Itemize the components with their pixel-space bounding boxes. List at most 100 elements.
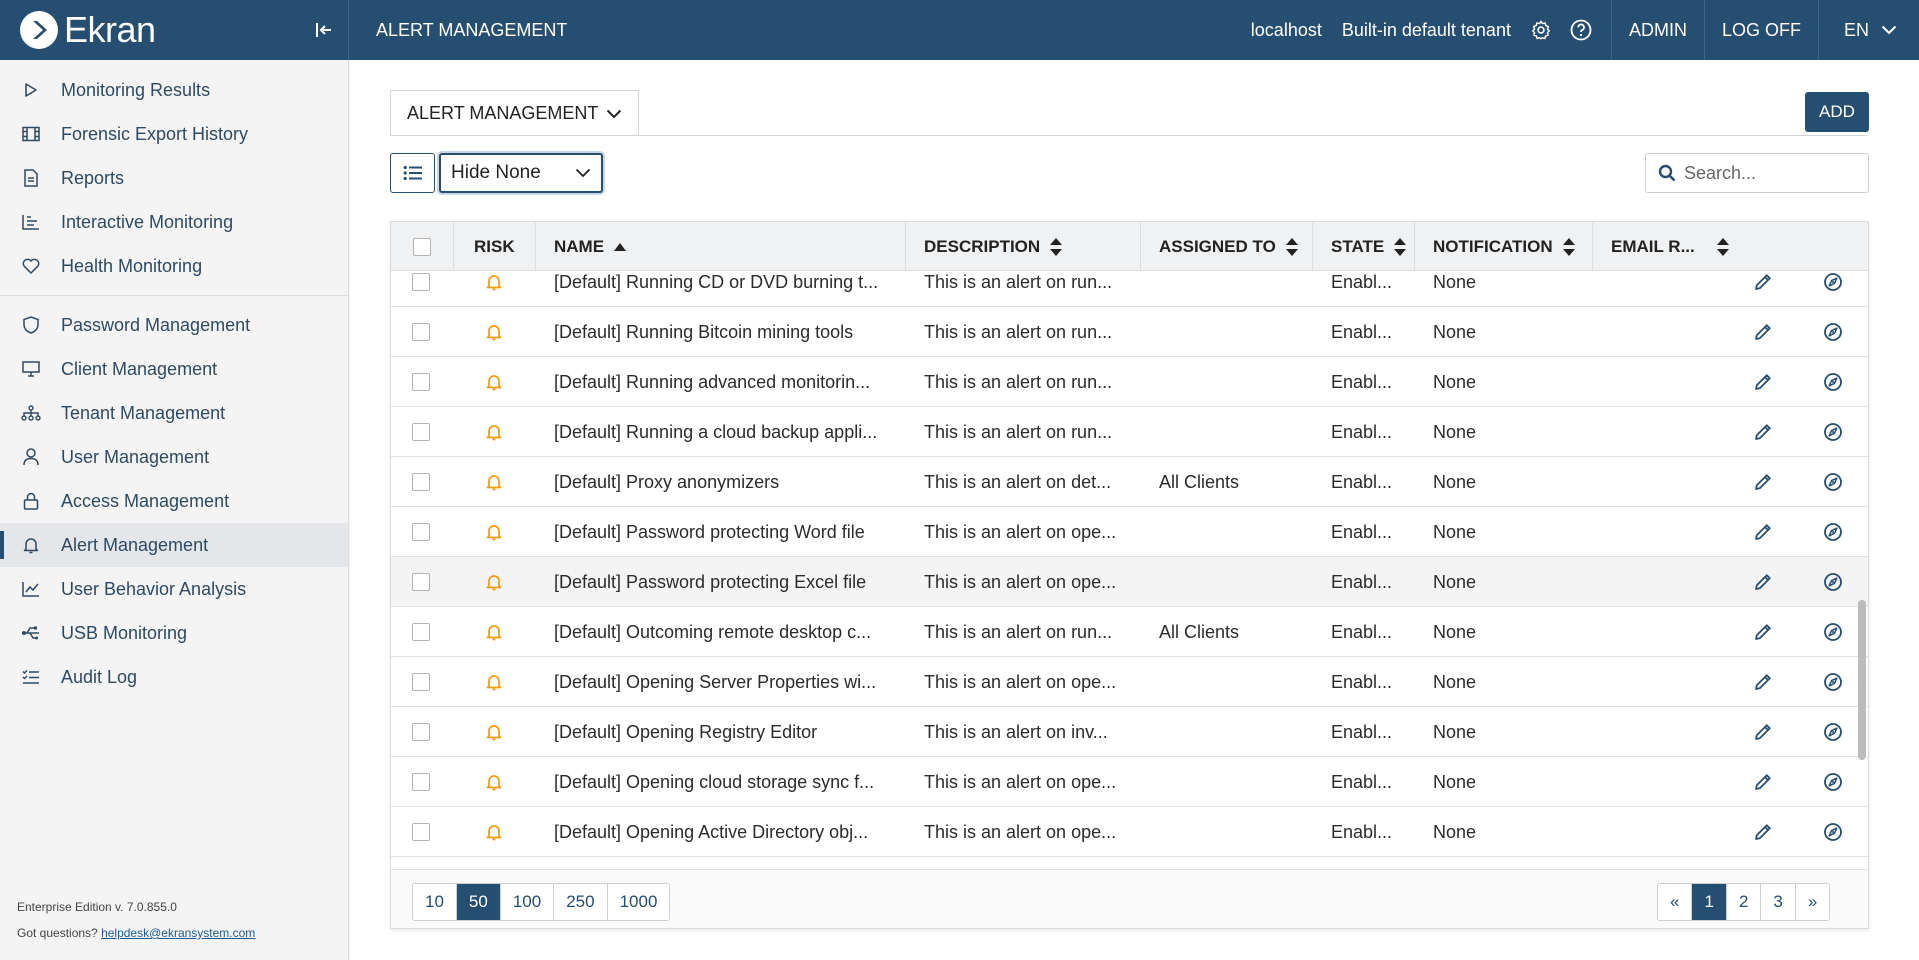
edit-pencil-icon[interactable]	[1753, 457, 1775, 507]
edit-pencil-icon[interactable]	[1753, 657, 1775, 707]
row-checkbox[interactable]	[412, 773, 430, 791]
add-button[interactable]: ADD	[1805, 92, 1869, 132]
sidebar-item-monitoring-results[interactable]: Monitoring Results	[0, 68, 348, 112]
table-row[interactable]: [Default] Running Bitcoin mining tools Th…	[391, 307, 1868, 357]
edit-pencil-icon[interactable]	[1753, 607, 1775, 657]
row-checkbox[interactable]	[412, 373, 430, 391]
column-notification[interactable]: NOTIFICATION	[1415, 222, 1593, 271]
page-size-option[interactable]: 100	[500, 884, 555, 920]
table-row[interactable]: [Default] Running CD or DVD burning t...…	[391, 271, 1868, 307]
row-checkbox[interactable]	[412, 423, 430, 441]
column-description[interactable]: DESCRIPTION	[906, 222, 1141, 271]
page-size-option[interactable]: 10	[413, 884, 457, 920]
language-selector[interactable]: EN	[1817, 0, 1919, 60]
tab-alert-management[interactable]: ALERT MANAGEMENT	[390, 90, 640, 136]
column-risk[interactable]: RISK	[454, 222, 536, 271]
table-row[interactable]: [Default] Opening cloud storage sync f..…	[391, 757, 1868, 807]
table-row[interactable]: [Default] Proxy anonymizers This is an al…	[391, 457, 1868, 507]
alert-name[interactable]: [Default] Opening Active Directory obj..…	[554, 807, 894, 857]
row-checkbox[interactable]	[412, 623, 430, 641]
edit-pencil-icon[interactable]	[1753, 557, 1775, 607]
table-row[interactable]: [Default] Opening Server Properties wi..…	[391, 657, 1868, 707]
page-next-button[interactable]: »	[1795, 884, 1830, 920]
log-off-button[interactable]: LOG OFF	[1703, 0, 1818, 60]
settings-gear-icon[interactable]	[1521, 0, 1561, 60]
row-checkbox[interactable]	[412, 573, 430, 591]
table-row[interactable]: [Default] Opening Registry Editor This is…	[391, 707, 1868, 757]
edit-pencil-icon[interactable]	[1753, 707, 1775, 757]
alert-name[interactable]: [Default] Password protecting Word file	[554, 507, 894, 557]
sidebar-item-alert-management[interactable]: Alert Management	[0, 523, 348, 567]
alert-name[interactable]: [Default] Running a cloud backup appli..…	[554, 407, 894, 457]
sidebar-item-access-management[interactable]: Access Management	[0, 479, 348, 523]
row-checkbox[interactable]	[412, 523, 430, 541]
sidebar-item-forensic-export-history[interactable]: Forensic Export History	[0, 112, 348, 156]
sidebar-item-client-management[interactable]: Client Management	[0, 347, 348, 391]
row-checkbox[interactable]	[412, 723, 430, 741]
page-prev-button[interactable]: «	[1658, 884, 1693, 920]
view-compass-icon[interactable]	[1823, 507, 1845, 557]
edit-pencil-icon[interactable]	[1753, 271, 1775, 307]
alert-name[interactable]: [Default] Opening cloud storage sync f..…	[554, 757, 894, 807]
alert-name[interactable]: [Default] Opening Registry Editor	[554, 707, 894, 757]
sidebar-item-interactive-monitoring[interactable]: Interactive Monitoring	[0, 200, 348, 244]
page-size-option[interactable]: 50	[456, 884, 501, 920]
helpdesk-email-link[interactable]: helpdesk@ekransystem.com	[101, 926, 255, 940]
row-checkbox[interactable]	[412, 823, 430, 841]
view-compass-icon[interactable]	[1823, 407, 1845, 457]
alert-name[interactable]: [Default] Opening Server Properties wi..…	[554, 657, 894, 707]
view-compass-icon[interactable]	[1823, 457, 1845, 507]
edit-pencil-icon[interactable]	[1753, 507, 1775, 557]
view-compass-icon[interactable]	[1823, 357, 1845, 407]
table-row[interactable]: [Default] Outcoming remote desktop c... T…	[391, 607, 1868, 657]
view-compass-icon[interactable]	[1823, 707, 1845, 757]
table-row[interactable]: [Default] Running a cloud backup appli..…	[391, 407, 1868, 457]
help-icon[interactable]	[1561, 0, 1601, 60]
table-row[interactable]: [Default] Password protecting Word file T…	[391, 507, 1868, 557]
view-compass-icon[interactable]	[1823, 271, 1845, 307]
sidebar-item-audit-log[interactable]: Audit Log	[0, 655, 348, 699]
vertical-scrollbar[interactable]	[1858, 600, 1866, 760]
edit-pencil-icon[interactable]	[1753, 757, 1775, 807]
sidebar-item-user-behavior-analysis[interactable]: User Behavior Analysis	[0, 567, 348, 611]
hide-filter-select[interactable]: Hide None	[439, 153, 603, 193]
row-checkbox[interactable]	[412, 273, 430, 291]
sidebar-item-health-monitoring[interactable]: Health Monitoring	[0, 244, 348, 288]
collapse-sidebar-icon[interactable]	[312, 18, 336, 42]
admin-user-button[interactable]: ADMIN	[1610, 0, 1704, 60]
alert-name[interactable]: [Default] Outcoming remote desktop c...	[554, 607, 894, 657]
view-compass-icon[interactable]	[1823, 657, 1845, 707]
edit-pencil-icon[interactable]	[1753, 357, 1775, 407]
sidebar-item-password-management[interactable]: Password Management	[0, 303, 348, 347]
select-all-checkbox[interactable]	[413, 237, 431, 256]
view-compass-icon[interactable]	[1823, 807, 1845, 857]
sidebar-item-usb-monitoring[interactable]: USB Monitoring	[0, 611, 348, 655]
column-assigned-to[interactable]: ASSIGNED TO	[1141, 222, 1313, 271]
alert-name[interactable]: [Default] Proxy anonymizers	[554, 457, 894, 507]
row-checkbox[interactable]	[412, 673, 430, 691]
column-state[interactable]: STATE	[1313, 222, 1415, 271]
view-compass-icon[interactable]	[1823, 757, 1845, 807]
column-list-button[interactable]	[390, 153, 435, 193]
page-size-option[interactable]: 250	[554, 884, 608, 920]
column-email-recipients[interactable]: EMAIL R...	[1593, 222, 1868, 271]
alert-name[interactable]: [Default] Running CD or DVD burning t...	[554, 271, 894, 307]
table-row[interactable]: [Default] Password protecting Excel file…	[391, 557, 1868, 607]
sidebar-item-user-management[interactable]: User Management	[0, 435, 348, 479]
view-compass-icon[interactable]	[1823, 607, 1845, 657]
page-number-button[interactable]: 1	[1692, 884, 1727, 920]
page-size-option[interactable]: 1000	[607, 884, 670, 920]
row-checkbox[interactable]	[412, 323, 430, 341]
view-compass-icon[interactable]	[1823, 557, 1845, 607]
edit-pencil-icon[interactable]	[1753, 407, 1775, 457]
tenant-name[interactable]: Built-in default tenant	[1332, 20, 1521, 41]
table-row[interactable]: [Default] Running advanced monitorin... T…	[391, 357, 1868, 407]
page-number-button[interactable]: 2	[1726, 884, 1762, 920]
sidebar-item-tenant-management[interactable]: Tenant Management	[0, 391, 348, 435]
column-name[interactable]: NAME	[536, 222, 906, 271]
alert-name[interactable]: [Default] Running Bitcoin mining tools	[554, 307, 894, 357]
sidebar-item-reports[interactable]: Reports	[0, 156, 348, 200]
row-checkbox[interactable]	[412, 473, 430, 491]
edit-pencil-icon[interactable]	[1753, 307, 1775, 357]
page-number-button[interactable]: 3	[1761, 884, 1796, 920]
